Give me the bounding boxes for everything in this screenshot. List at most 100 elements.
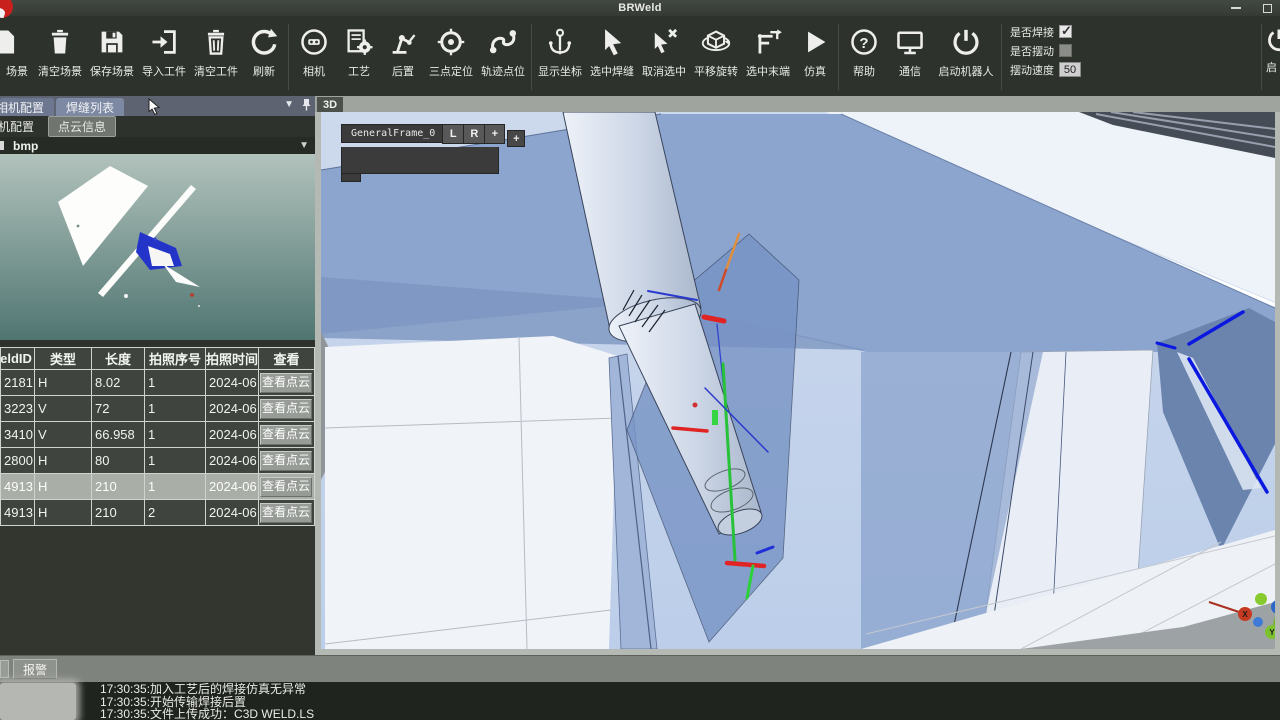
- play-icon: [800, 27, 830, 57]
- toolbar-comm-button[interactable]: 通信: [887, 20, 933, 96]
- view-pointcloud-button[interactable]: 查看点云: [260, 477, 312, 497]
- toolbar-start-robot-button[interactable]: 启动机器人: [933, 20, 999, 96]
- subtab-pointcloud-info[interactable]: 点云信息: [48, 116, 116, 137]
- cell-weldid: 4913: [1, 500, 35, 526]
- cell-view: 查看点云: [259, 370, 315, 396]
- tab-camera-config[interactable]: 相机配置: [0, 98, 54, 116]
- panel-dropdown-icon[interactable]: ▼: [284, 99, 294, 110]
- frame-panel-body: [341, 147, 499, 174]
- weld-checkbox[interactable]: [1059, 25, 1072, 38]
- tab-weld-list[interactable]: 焊缝列表: [56, 98, 124, 116]
- tree-item-bmp[interactable]: bmp ▼: [0, 137, 315, 154]
- toolbar-simulate-button[interactable]: 仿真: [794, 20, 836, 96]
- speed-option-label: 摆动速度: [1010, 62, 1054, 78]
- toolbar-clear-part-button[interactable]: 清空工件: [190, 20, 242, 96]
- viewport-tabstrip: 3D: [315, 96, 1280, 112]
- pin-icon[interactable]: [302, 98, 311, 111]
- weave-checkbox[interactable]: [1059, 44, 1072, 57]
- cursor-x-icon: [649, 27, 679, 57]
- view-pointcloud-button[interactable]: 查看点云: [260, 503, 312, 523]
- toolbar-options: 是否焊接 是否摆动 摆动速度: [1004, 20, 1090, 96]
- weave-speed-input[interactable]: [1059, 62, 1081, 77]
- save-icon: [97, 27, 127, 57]
- toolbar-pan-rotate-button[interactable]: 平移旋转: [690, 20, 742, 96]
- toolbar-process-button[interactable]: 工艺: [337, 20, 381, 96]
- col-view: 查看: [259, 348, 315, 370]
- scene-canvas[interactable]: X Z Y: [321, 112, 1275, 649]
- anchor-axis-icon: [545, 27, 575, 57]
- cell-view: 查看点云: [259, 396, 315, 422]
- frame-selector-panel: GeneralFrame_0 L R + +: [341, 124, 525, 182]
- weld-table-row[interactable]: 4913H21012024-06查看点云: [1, 474, 315, 500]
- weld-option-label: 是否焊接: [1010, 24, 1054, 40]
- toolbar-camera-button[interactable]: 相机: [291, 20, 337, 96]
- log-line: 17:30:35:文件上传成功：C3D WELD.LS: [100, 708, 1280, 720]
- trash-icon: [201, 27, 231, 57]
- left-panel: 相机配置 焊缝列表 ▼ 相机配置 点云信息 bmp ▼: [0, 96, 315, 655]
- cell-weldid: 4913: [1, 474, 35, 500]
- cell-length: 66.958: [92, 422, 145, 448]
- cell-weldid: 2800: [1, 448, 35, 474]
- view-pointcloud-button[interactable]: 查看点云: [260, 373, 312, 393]
- toolbar-track-points-button[interactable]: 轨迹点位: [477, 20, 529, 96]
- toolbar-partial-right-button[interactable]: 启: [1264, 20, 1280, 96]
- view-pointcloud-button[interactable]: 查看点云: [260, 425, 312, 445]
- minimize-button[interactable]: [1231, 7, 1241, 9]
- cell-view: 查看点云: [259, 448, 315, 474]
- toolbar-three-point-button[interactable]: 三点定位: [425, 20, 477, 96]
- view-pointcloud-button[interactable]: 查看点云: [260, 399, 312, 419]
- svg-text:X: X: [1242, 610, 1248, 619]
- toolbar-refresh-button[interactable]: 刷新: [242, 20, 286, 96]
- toolbar-scene-button[interactable]: 场景: [0, 20, 34, 96]
- weave-option-label: 是否摆动: [1010, 43, 1054, 59]
- cell-length: 72: [92, 396, 145, 422]
- cell-type: H: [35, 448, 92, 474]
- weld-table-row[interactable]: 2181H8.0212024-06查看点云: [1, 370, 315, 396]
- refresh-icon: [249, 27, 279, 57]
- view-pointcloud-button[interactable]: 查看点云: [260, 451, 312, 471]
- gizmo-dot-green: [1255, 593, 1267, 605]
- process-gear-icon: [344, 27, 374, 57]
- toolbar-save-scene-button[interactable]: 保存场景: [86, 20, 138, 96]
- weld-table-row[interactable]: 3410V66.95812024-06查看点云: [1, 422, 315, 448]
- tab-alarm[interactable]: 报警: [13, 659, 57, 679]
- bmp-dropdown-icon[interactable]: ▼: [299, 140, 309, 151]
- toolbar-select-end-button[interactable]: 选中末端: [742, 20, 794, 96]
- svg-text:?: ?: [859, 35, 868, 52]
- maximize-button[interactable]: [1263, 4, 1272, 13]
- toolbar-divider: [838, 24, 839, 90]
- col-photo-no: 拍照序号: [145, 348, 206, 370]
- camera-icon: [299, 27, 329, 57]
- path-icon: [488, 27, 518, 57]
- tab-3d[interactable]: 3D: [317, 97, 343, 112]
- cell-photo-no: 1: [145, 396, 206, 422]
- toolbar-deselect-button[interactable]: 取消选中: [638, 20, 690, 96]
- frame-right-button[interactable]: R: [463, 124, 484, 144]
- weld-table-row[interactable]: 2800H8012024-06查看点云: [1, 448, 315, 474]
- app-logo-icon: [0, 0, 13, 18]
- frame-add-button[interactable]: +: [484, 124, 505, 144]
- pointcloud-marker-dot: [190, 293, 194, 297]
- cell-photo-time: 2024-06: [206, 370, 259, 396]
- toolbar-post-button[interactable]: 后置: [381, 20, 425, 96]
- frame-add2-button[interactable]: +: [507, 130, 525, 147]
- cell-weldid: 3410: [1, 422, 35, 448]
- structure-white-wall: [325, 336, 618, 649]
- toolbar-show-coords-button[interactable]: 显示坐标: [534, 20, 586, 96]
- toolbar-import-part-button[interactable]: 导入工件: [138, 20, 190, 96]
- col-weldid: WeldID: [1, 348, 35, 370]
- toolbar-select-weld-button[interactable]: 选中焊缝: [586, 20, 638, 96]
- toolbar-help-button[interactable]: ? 帮助: [841, 20, 887, 96]
- pointcloud-preview[interactable]: [0, 154, 315, 340]
- weld-table-row[interactable]: 4913H21022024-06查看点云: [1, 500, 315, 526]
- cell-photo-no: 1: [145, 370, 206, 396]
- toolbar-clear-scene-button[interactable]: 清空场景: [34, 20, 86, 96]
- power-icon: [1266, 27, 1280, 53]
- col-photo-time: 拍照时间: [206, 348, 259, 370]
- tab-info-fragment[interactable]: [0, 660, 9, 678]
- weld-table-row[interactable]: 3223V7212024-06查看点云: [1, 396, 315, 422]
- cell-photo-time: 2024-06: [206, 500, 259, 526]
- cell-length: 210: [92, 500, 145, 526]
- frame-left-button[interactable]: L: [442, 124, 463, 144]
- subtab-camera-config[interactable]: 相机配置: [0, 117, 42, 136]
